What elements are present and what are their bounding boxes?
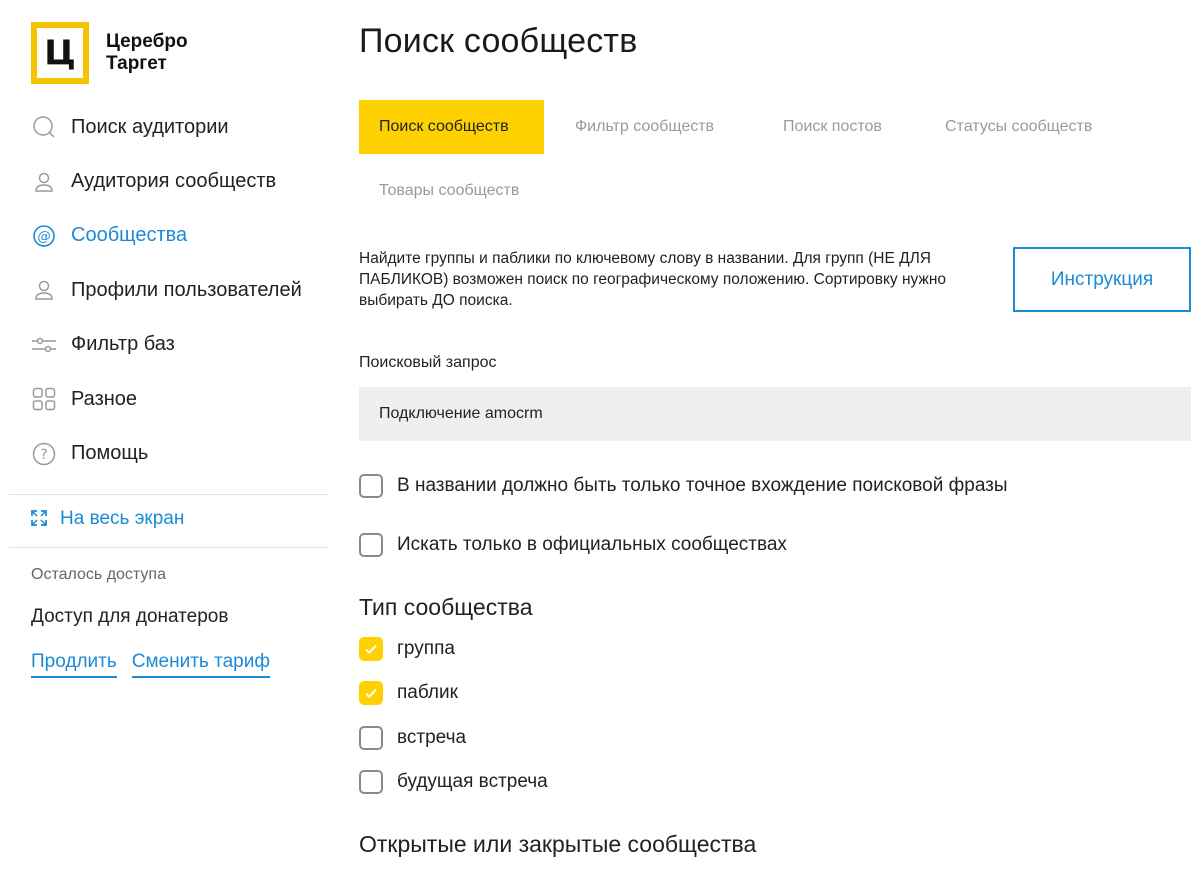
tab-community-goods[interactable]: Товары сообществ xyxy=(359,164,539,218)
page-description: Найдите группы и паблики по ключевому сл… xyxy=(359,250,947,309)
official-only-option[interactable]: Искать только в официальных сообществах xyxy=(359,533,787,557)
at-icon: @ xyxy=(31,223,57,249)
fullscreen-button[interactable]: На весь экран xyxy=(31,508,184,530)
svg-text:?: ? xyxy=(40,447,47,463)
logo-mark: Ц xyxy=(31,22,89,84)
sliders-icon xyxy=(31,332,57,358)
logo-name-line2: Таргет xyxy=(106,53,167,74)
exact-match-option[interactable]: В названии должно быть только точное вхо… xyxy=(359,474,1008,498)
check-icon xyxy=(365,688,377,699)
help-icon: ? xyxy=(31,441,57,467)
query-label: Поисковый запрос xyxy=(359,354,497,371)
sidebar-item-label: Фильтр баз xyxy=(71,333,175,356)
type-event-option[interactable]: встреча xyxy=(359,726,466,750)
user-icon xyxy=(31,169,57,195)
logo[interactable]: Ц Церебро Таргет xyxy=(31,22,188,84)
type-public-option[interactable]: паблик xyxy=(359,681,458,705)
type-future-event-option[interactable]: будущая встреча xyxy=(359,770,548,794)
official-only-label: Искать только в официальных сообществах xyxy=(397,534,787,555)
sidebar-item-label: Аудитория сообществ xyxy=(71,170,277,193)
user-icon xyxy=(31,277,57,303)
logo-name-line1: Церебро xyxy=(106,31,188,52)
sidebar-item-db-filter[interactable]: Фильтр баз xyxy=(31,318,302,372)
extend-link[interactable]: Продлить xyxy=(31,651,117,678)
sidebar-item-label: Профили пользователей xyxy=(71,278,302,301)
sidebar-item-communities[interactable]: @ Сообщества xyxy=(31,209,302,263)
type-future-event-label: будущая встреча xyxy=(397,771,548,792)
grid-icon xyxy=(31,386,57,412)
sidebar-divider xyxy=(9,547,329,548)
sidebar-item-community-audience[interactable]: Аудитория сообществ xyxy=(31,154,302,208)
instruction-button[interactable]: Инструкция xyxy=(1013,247,1191,312)
type-public-checkbox[interactable] xyxy=(359,681,383,705)
check-icon xyxy=(365,644,377,655)
type-group-label: группа xyxy=(397,638,455,659)
sidebar-item-label: Разное xyxy=(71,387,138,410)
fullscreen-label: На весь экран xyxy=(60,508,185,529)
exact-match-checkbox[interactable] xyxy=(359,474,383,498)
exact-match-label: В названии должно быть только точное вхо… xyxy=(397,475,1008,496)
sidebar: Ц Церебро Таргет Поиск аудитории Аудитор… xyxy=(0,0,340,872)
open-closed-title: Открытые или закрытые сообщества xyxy=(359,831,757,857)
official-only-checkbox[interactable] xyxy=(359,533,383,557)
sidebar-item-label: Сообщества xyxy=(71,224,188,247)
sidebar-item-misc[interactable]: Разное xyxy=(31,372,302,426)
search-icon xyxy=(31,114,57,140)
sidebar-item-user-profiles[interactable]: Профили пользователей xyxy=(31,263,302,317)
search-input[interactable] xyxy=(359,387,1191,441)
svg-text:@: @ xyxy=(38,229,51,244)
community-type-title: Тип сообщества xyxy=(359,594,533,620)
page-title: Поиск сообществ xyxy=(359,22,638,60)
sidebar-item-audience-search[interactable]: Поиск аудитории xyxy=(31,100,302,154)
type-event-checkbox[interactable] xyxy=(359,726,383,750)
sidebar-item-label: Помощь xyxy=(71,442,149,465)
type-group-option[interactable]: группа xyxy=(359,637,455,661)
logo-text: Церебро Таргет xyxy=(106,31,188,75)
sidebar-item-help[interactable]: ? Помощь xyxy=(31,426,302,480)
tab-community-statuses[interactable]: Статусы сообществ xyxy=(925,100,1112,154)
type-group-checkbox[interactable] xyxy=(359,637,383,661)
tab-post-search[interactable]: Поиск постов xyxy=(763,100,902,154)
sidebar-divider xyxy=(9,494,329,495)
plan-links: Продлить Сменить тариф xyxy=(31,651,270,678)
logo-letter: Ц xyxy=(37,28,83,78)
sidebar-nav: Поиск аудитории Аудитория сообществ @ Со… xyxy=(31,100,302,481)
sidebar-item-label: Поиск аудитории xyxy=(71,115,229,138)
access-plan-value: Доступ для донатеров xyxy=(31,606,229,627)
type-public-label: паблик xyxy=(397,682,458,703)
tab-community-search[interactable]: Поиск сообществ xyxy=(359,100,544,154)
change-plan-link[interactable]: Сменить тариф xyxy=(131,651,270,678)
expand-icon xyxy=(31,510,49,528)
type-event-label: встреча xyxy=(397,727,467,748)
access-remaining-label: Осталось доступа xyxy=(31,566,166,583)
tab-community-filter[interactable]: Фильтр сообществ xyxy=(555,100,734,154)
type-future-event-checkbox[interactable] xyxy=(359,770,383,794)
